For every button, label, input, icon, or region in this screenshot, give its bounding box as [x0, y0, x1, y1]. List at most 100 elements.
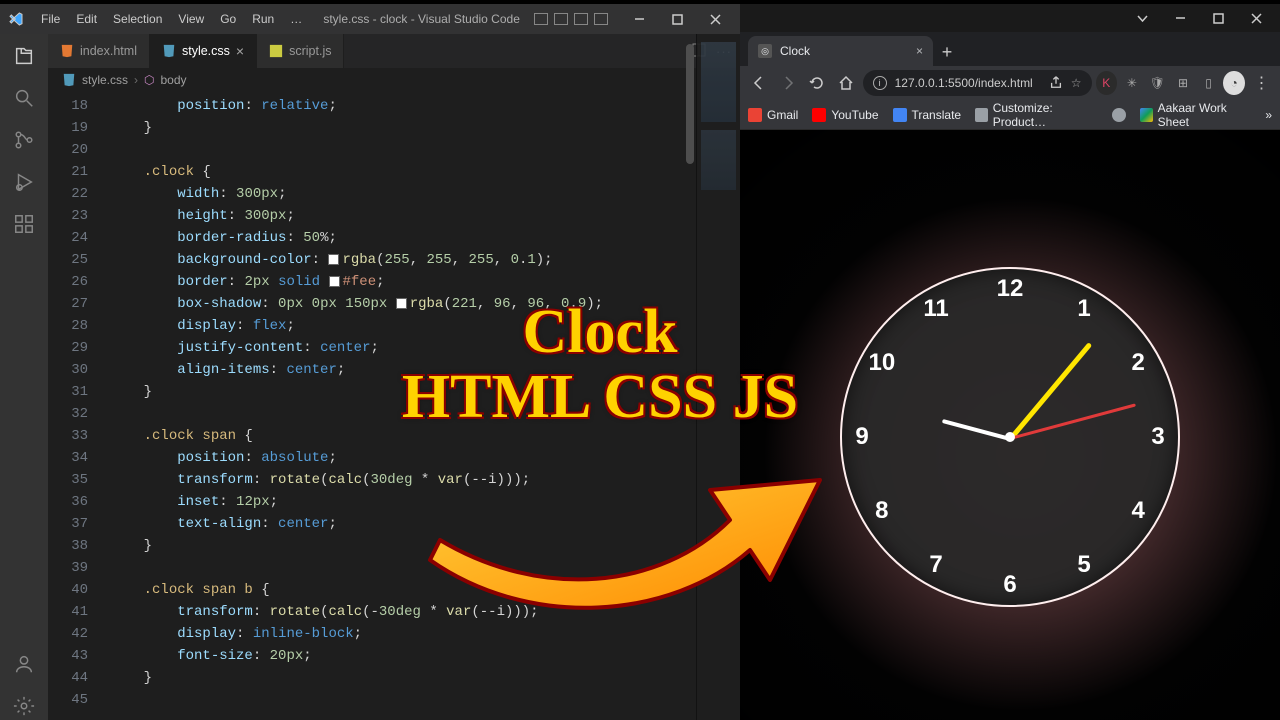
bookmark-youtube[interactable]: YouTube — [812, 108, 878, 122]
analog-clock: 121234567891011 — [840, 267, 1180, 607]
bookmark-label: Translate — [912, 108, 962, 122]
chevron-right-icon: › — [134, 73, 138, 87]
new-tab-button[interactable]: + — [933, 38, 961, 66]
translate-icon — [893, 108, 907, 122]
bookmarks-overflow-button[interactable]: » — [1265, 108, 1272, 122]
clock-numeral: 4 — [1131, 497, 1144, 525]
vscode-minimize-button[interactable] — [622, 4, 656, 34]
browser-tabstrip: ◎ Clock × + — [740, 32, 1280, 66]
clock-numeral: 12 — [997, 275, 1024, 303]
browser-tab-title: Clock — [780, 44, 908, 58]
vscode-layout-controls — [534, 13, 608, 25]
clock-numeral: 7 — [929, 551, 942, 579]
vscode-logo-icon — [8, 11, 24, 27]
debug-icon[interactable] — [10, 168, 38, 196]
browser-dropdown-button[interactable] — [1124, 4, 1160, 32]
vscode-menu: File Edit Selection View Go Run … — [34, 9, 309, 29]
bookmark-globe[interactable] — [1112, 108, 1126, 122]
site-info-icon[interactable]: i — [873, 76, 887, 90]
menu-selection[interactable]: Selection — [106, 9, 169, 29]
gear-icon[interactable] — [10, 692, 38, 720]
layout-left-icon[interactable] — [534, 13, 548, 25]
vscode-breadcrumbs[interactable]: style.css › ⬡ body — [48, 69, 740, 91]
share-icon[interactable] — [1049, 75, 1063, 92]
bookmark-customize[interactable]: Customize: Product… — [975, 101, 1098, 129]
menu-view[interactable]: View — [171, 9, 211, 29]
home-button[interactable] — [833, 69, 858, 97]
css-file-icon — [162, 44, 176, 58]
tab-script-js[interactable]: script.js — [257, 34, 344, 68]
extension-gear-icon[interactable]: ✳ — [1121, 71, 1143, 95]
browser-window: ◎ Clock × + i 127.0.0.1:5500/index.html … — [740, 0, 1280, 720]
css-file-icon — [62, 73, 76, 87]
clock-numeral: 9 — [855, 423, 868, 451]
vscode-tabs: index.html style.css × script.js ··· — [48, 34, 740, 69]
drive-icon — [1140, 108, 1153, 122]
clock-numeral: 1 — [1077, 295, 1090, 323]
line-number-gutter: 1819202122232425262728293031323334353637… — [48, 91, 100, 720]
clock-numeral: 11 — [923, 295, 948, 323]
tab-style-css[interactable]: style.css × — [150, 34, 257, 68]
account-icon[interactable] — [10, 650, 38, 678]
js-file-icon — [269, 44, 283, 58]
bookmark-star-icon[interactable]: ☆ — [1071, 76, 1082, 90]
extensions-icon[interactable] — [10, 210, 38, 238]
reading-list-icon[interactable]: ▯ — [1198, 71, 1220, 95]
bookmark-gmail[interactable]: Gmail — [748, 108, 798, 122]
tab-label: index.html — [80, 44, 137, 58]
menu-file[interactable]: File — [34, 9, 67, 29]
vscode-activity-bar — [0, 34, 48, 720]
layout-full-icon[interactable] — [594, 13, 608, 25]
layout-bottom-icon[interactable] — [554, 13, 568, 25]
globe-icon — [1112, 108, 1126, 122]
layout-right-icon[interactable] — [574, 13, 588, 25]
profile-avatar[interactable]: ◔ — [1223, 71, 1245, 95]
source-control-icon[interactable] — [10, 126, 38, 154]
browser-menu-button[interactable]: ⋮ — [1249, 69, 1274, 97]
generic-icon — [975, 108, 988, 122]
favicon-icon: ◎ — [758, 44, 772, 58]
vscode-code-area[interactable]: 1819202122232425262728293031323334353637… — [48, 91, 740, 720]
bookmark-label: YouTube — [831, 108, 878, 122]
menu-edit[interactable]: Edit — [69, 9, 104, 29]
extension-shield-icon[interactable]: 🛡 — [1147, 71, 1169, 95]
back-button[interactable] — [746, 69, 771, 97]
explorer-icon[interactable] — [10, 42, 38, 70]
search-icon[interactable] — [10, 84, 38, 112]
bookmark-translate[interactable]: Translate — [893, 108, 962, 122]
menu-more[interactable]: … — [283, 9, 309, 29]
code-content[interactable]: position: relative; } .clock { width: 30… — [100, 91, 740, 720]
bookmark-label: Aakaar Work Sheet — [1158, 101, 1252, 129]
vscode-window-title: style.css - clock - Visual Studio Code — [313, 12, 530, 26]
browser-viewport: 121234567891011 — [740, 130, 1280, 720]
browser-close-button[interactable] — [1238, 4, 1274, 32]
bookmark-aakaar[interactable]: Aakaar Work Sheet — [1140, 101, 1251, 129]
gmail-icon — [748, 108, 762, 122]
html-file-icon — [60, 44, 74, 58]
bookmark-label: Gmail — [767, 108, 798, 122]
browser-maximize-button[interactable] — [1200, 4, 1236, 32]
vscode-maximize-button[interactable] — [660, 4, 694, 34]
clock-numeral: 6 — [1003, 571, 1016, 599]
youtube-icon — [812, 108, 826, 122]
extension-k-icon[interactable]: K — [1096, 71, 1118, 95]
tab-close-icon[interactable]: × — [236, 43, 244, 59]
forward-button[interactable] — [775, 69, 800, 97]
menu-run[interactable]: Run — [245, 9, 281, 29]
tab-close-icon[interactable]: × — [916, 44, 923, 58]
browser-tab-clock[interactable]: ◎ Clock × — [748, 36, 933, 66]
menu-go[interactable]: Go — [213, 9, 243, 29]
clock-numeral: 2 — [1131, 349, 1144, 377]
tab-index-html[interactable]: index.html — [48, 34, 150, 68]
clock-numeral: 5 — [1077, 551, 1090, 579]
breadcrumb-symbol-icon: ⬡ — [144, 73, 154, 87]
reload-button[interactable] — [804, 69, 829, 97]
extensions-puzzle-icon[interactable]: ⊞ — [1172, 71, 1194, 95]
browser-minimize-button[interactable] — [1162, 4, 1198, 32]
vscode-close-button[interactable] — [698, 4, 732, 34]
vscode-titlebar: File Edit Selection View Go Run … style.… — [0, 4, 740, 34]
minimap[interactable] — [696, 34, 740, 720]
address-bar[interactable]: i 127.0.0.1:5500/index.html ☆ — [863, 70, 1092, 96]
browser-window-controls — [740, 4, 1280, 32]
editor-scrollbar[interactable] — [684, 34, 696, 720]
